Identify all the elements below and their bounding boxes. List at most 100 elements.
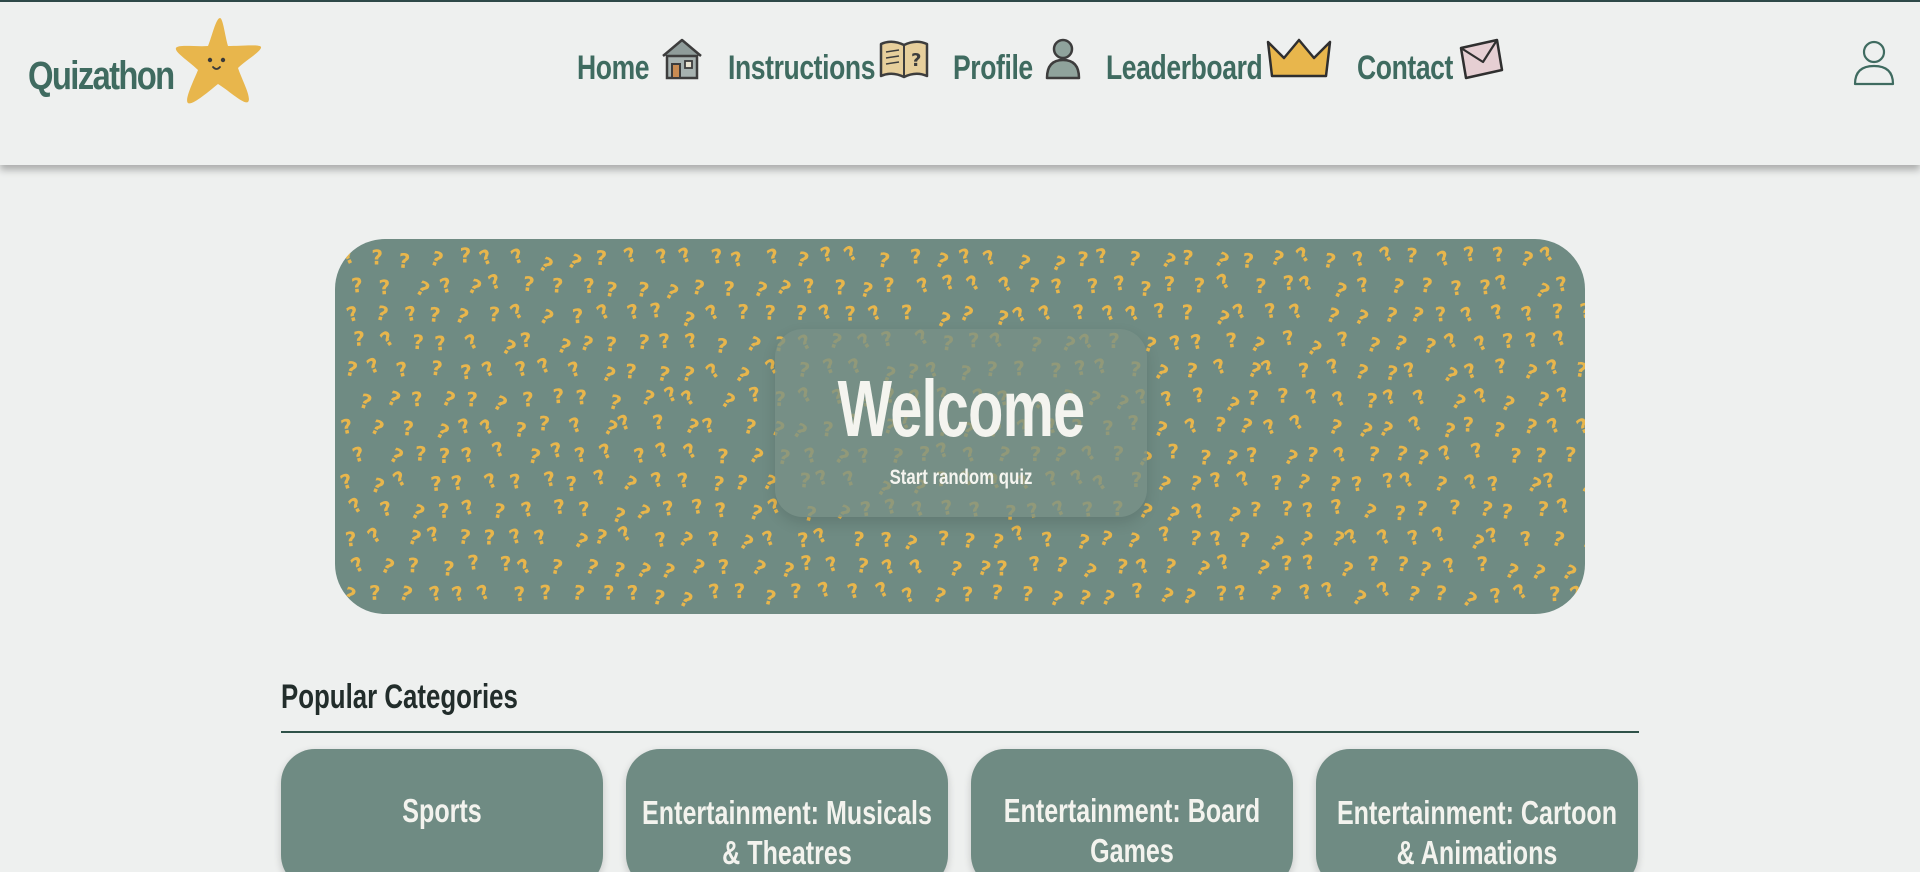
question-mark: ?	[1328, 385, 1350, 412]
question-mark: ?	[648, 298, 664, 324]
question-mark: ?	[1126, 246, 1143, 272]
question-mark: ?	[571, 580, 587, 606]
question-mark: ?	[1071, 299, 1088, 325]
question-mark: ?	[583, 554, 602, 580]
question-mark: ?	[851, 527, 865, 552]
question-mark: ?	[909, 244, 922, 269]
person-icon	[1045, 38, 1081, 80]
question-mark: ?	[1247, 331, 1269, 358]
hero-banner: ????????????????????????????????????????…	[335, 239, 1585, 614]
question-mark: ?	[424, 521, 443, 548]
question-mark: ?	[519, 327, 534, 352]
question-mark: ?	[565, 471, 579, 496]
question-mark: ?	[1584, 329, 1585, 353]
question-mark: ?	[619, 470, 642, 496]
question-mark: ?	[1416, 556, 1434, 582]
question-mark: ?	[1193, 273, 1205, 297]
question-mark: ?	[1488, 583, 1505, 609]
question-mark: ?	[590, 464, 609, 491]
question-mark: ?	[429, 471, 443, 496]
question-mark: ?	[764, 243, 782, 269]
user-account-icon[interactable]	[1852, 38, 1896, 86]
question-mark: ?	[614, 409, 634, 436]
question-mark: ?	[1124, 527, 1144, 554]
category-card-cartoon-animations[interactable]: Entertainment: Cartoon & Animations	[1316, 749, 1638, 872]
question-mark: ?	[378, 275, 391, 300]
logo[interactable]: Quizathon	[28, 16, 262, 106]
start-random-quiz-link[interactable]: Start random quiz	[812, 466, 1110, 490]
category-card-board-games[interactable]: Entertainment: Board Games	[971, 749, 1293, 872]
question-mark: ?	[883, 273, 895, 297]
question-mark: ?	[488, 302, 500, 326]
question-mark: ?	[374, 300, 391, 326]
question-mark: ?	[1318, 576, 1338, 603]
welcome-card[interactable]: Welcome Start random quiz	[775, 329, 1147, 517]
question-mark: ?	[1543, 412, 1564, 439]
question-mark: ?	[449, 580, 468, 607]
question-mark: ?	[1152, 298, 1168, 324]
question-mark: ?	[1394, 501, 1407, 526]
question-mark: ?	[455, 413, 474, 439]
question-mark: ?	[675, 242, 695, 269]
category-card-musicals-theatres[interactable]: Entertainment: Musicals & Theatres	[626, 749, 948, 872]
question-mark: ?	[1224, 328, 1239, 353]
nav-profile[interactable]: Profile	[953, 36, 1083, 100]
nav-leaderboard[interactable]: Leaderboard	[1106, 36, 1336, 100]
question-mark: ?	[1543, 354, 1563, 381]
question-mark: ?	[1373, 523, 1395, 550]
question-mark: ?	[1330, 277, 1351, 304]
category-label: Entertainment: Board Games	[1003, 792, 1261, 869]
nav-instructions-label: Instructions	[728, 48, 876, 87]
house-icon	[662, 38, 702, 80]
question-mark: ?	[1121, 300, 1144, 326]
category-card-sports[interactable]: Sports	[281, 749, 603, 872]
question-mark: ?	[1536, 241, 1559, 267]
question-mark: ?	[1428, 521, 1450, 548]
question-mark: ?	[1352, 359, 1371, 386]
nav-contact[interactable]: Contact	[1357, 36, 1507, 100]
question-mark: ?	[347, 551, 369, 578]
welcome-title: Welcome	[837, 364, 1086, 453]
nav-home[interactable]: Home	[577, 36, 707, 100]
question-mark: ?	[1295, 526, 1317, 553]
question-mark: ?	[1364, 332, 1384, 359]
question-mark: ?	[1323, 353, 1343, 380]
question-mark: ?	[566, 412, 586, 439]
question-mark: ?	[1349, 245, 1368, 271]
question-mark: ?	[1549, 582, 1561, 606]
question-mark: ?	[1236, 413, 1256, 440]
question-mark: ?	[604, 332, 618, 357]
question-mark: ?	[631, 442, 648, 468]
question-mark: ?	[1434, 581, 1449, 606]
question-mark: ?	[796, 528, 810, 553]
question-mark: ?	[458, 494, 478, 521]
question-mark: ?	[389, 466, 411, 493]
question-mark: ?	[1449, 495, 1461, 519]
question-mark: ?	[344, 527, 358, 552]
question-mark: ?	[1404, 411, 1427, 437]
question-mark: ?	[661, 496, 677, 522]
question-mark: ?	[701, 299, 723, 326]
question-mark: ?	[746, 381, 763, 407]
question-mark: ?	[1340, 523, 1363, 549]
question-mark: ?	[1008, 520, 1028, 547]
question-mark: ?	[491, 498, 507, 524]
question-mark: ?	[658, 558, 679, 585]
nav-profile-label: Profile	[953, 48, 1033, 87]
question-mark: ?	[1391, 330, 1411, 357]
question-mark: ?	[1213, 268, 1235, 295]
question-mark: ?	[1380, 468, 1396, 494]
question-mark: ?	[592, 524, 610, 550]
nav-instructions[interactable]: Instructions ?	[728, 36, 929, 100]
question-mark: ?	[1457, 301, 1479, 328]
question-mark: ?	[1295, 270, 1318, 296]
question-mark: ?	[551, 273, 564, 298]
question-mark: ?	[1215, 581, 1228, 606]
question-mark: ?	[1257, 354, 1278, 381]
question-mark: ?	[506, 523, 525, 549]
question-mark: ?	[1167, 439, 1179, 463]
question-mark: ?	[1181, 413, 1203, 440]
question-mark: ?	[1330, 441, 1352, 468]
question-mark: ?	[636, 329, 651, 355]
question-mark: ?	[1245, 442, 1259, 467]
